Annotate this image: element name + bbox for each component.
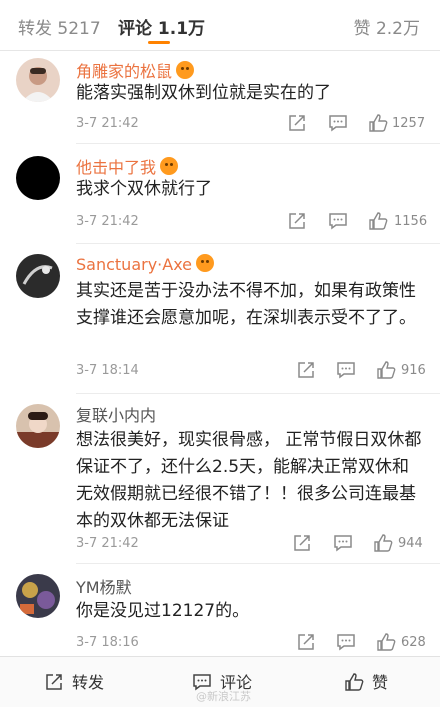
active-tab-indicator (148, 41, 170, 44)
like-icon[interactable] (376, 360, 396, 380)
like-count: 916 (401, 363, 426, 378)
share-icon[interactable] (292, 533, 312, 553)
reply-icon[interactable] (333, 533, 353, 553)
username[interactable]: 复联小内内 (76, 402, 156, 426)
comment-item: YM杨默 你是没见过12127的。 3-7 18:16 628 (0, 564, 440, 656)
like-icon (345, 673, 364, 691)
username[interactable]: Sanctuary·Axe (76, 254, 215, 274)
share-icon[interactable] (296, 360, 316, 380)
vip-badge-icon (176, 61, 195, 79)
reply-icon[interactable] (336, 632, 356, 652)
comment-text: 你是没见过12127的。 (76, 601, 250, 621)
username[interactable]: 角雕家的松鼠 (76, 58, 195, 82)
watermark: @新浪江苏 (196, 690, 251, 703)
tab-likes[interactable]: 赞 2.2万 (354, 14, 420, 39)
comment-item: 复联小内内 想法很美好，现实很骨感， 正常节假日双休都保证不了，还什么2.5天，… (0, 394, 440, 564)
comment-item: 他击中了我 我求个双休就行了 3-7 21:42 1156 (0, 144, 440, 244)
vip-badge-icon (196, 254, 215, 272)
repost-button[interactable]: 转发 (44, 669, 104, 693)
share-icon[interactable] (287, 113, 307, 133)
like-button[interactable]: 赞 (344, 669, 388, 693)
comment-time: 3-7 21:42 (76, 536, 139, 551)
share-icon (46, 674, 62, 690)
tab-comments[interactable]: 评论 1.1万 (118, 14, 205, 39)
comment-time: 3-7 18:14 (76, 363, 139, 378)
reply-icon[interactable] (328, 211, 348, 231)
comment-time: 3-7 21:42 (76, 116, 139, 131)
like-count: 1257 (392, 116, 426, 131)
comment-tab-bar: 转发 5217 评论 1.1万 赞 2.2万 (0, 0, 440, 51)
comment-time: 3-7 21:42 (76, 214, 139, 229)
comment-item: 角雕家的松鼠 能落实强制双休到位就是实在的了 3-7 21:42 1257 (0, 50, 440, 144)
vip-badge-icon (160, 157, 179, 175)
like-count: 944 (398, 536, 423, 551)
repost-label: 转发 (72, 673, 105, 692)
comment-text: 我求个双休就行了 (76, 179, 212, 199)
comment-text: 能落实强制双休到位就是实在的了 (76, 83, 331, 103)
username[interactable]: YM杨默 (76, 574, 132, 598)
reply-icon[interactable] (328, 113, 348, 133)
avatar[interactable] (16, 156, 60, 200)
like-icon[interactable] (376, 632, 396, 652)
reply-icon[interactable] (336, 360, 356, 380)
comment-text: 想法很美好，现实很骨感， 正常节假日双休都保证不了，还什么2.5天，能解决正常双… (76, 430, 422, 531)
share-icon[interactable] (287, 211, 307, 231)
like-count: 1156 (394, 214, 428, 229)
comment-time: 3-7 18:16 (76, 635, 139, 650)
like-icon[interactable] (373, 533, 393, 553)
tab-reposts[interactable]: 转发 5217 (18, 14, 101, 39)
avatar[interactable] (16, 574, 60, 618)
like-icon[interactable] (368, 113, 388, 133)
share-icon[interactable] (296, 632, 316, 652)
username[interactable]: 他击中了我 (76, 154, 179, 178)
like-label: 赞 (372, 673, 389, 692)
avatar[interactable] (16, 58, 60, 102)
comment-text: 其实还是苦于没办法不得不加，如果有政策性支撑谁还会愿意加呢，在深圳表示受不了了。 (76, 281, 416, 328)
like-icon[interactable] (368, 211, 388, 231)
avatar[interactable] (16, 254, 60, 298)
comment-item: Sanctuary·Axe 其实还是苦于没办法不得不加，如果有政策性支撑谁还会愿… (0, 244, 440, 394)
like-count: 628 (401, 635, 426, 650)
avatar[interactable] (16, 404, 60, 448)
